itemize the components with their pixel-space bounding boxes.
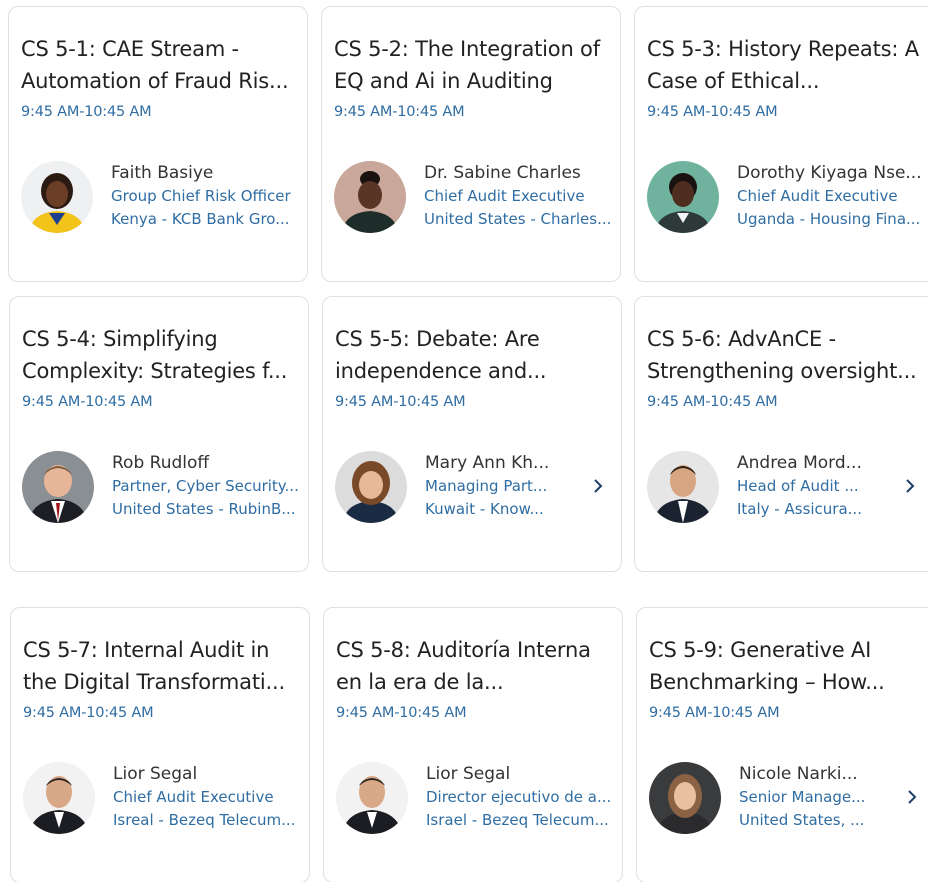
session-card[interactable]: CS 5-9: Generative AI Benchmarking – How… bbox=[636, 607, 928, 882]
session-title: CS 5-4: Simplifying Complexity: Strategi… bbox=[22, 323, 304, 387]
speaker-organization: United States - Charles... bbox=[424, 210, 612, 228]
speaker-name: Lior Segal bbox=[113, 764, 198, 784]
session-time: 9:45 AM-10:45 AM bbox=[22, 394, 153, 410]
session-title-line: Strengthening oversight... bbox=[647, 359, 917, 383]
session-time: 9:45 AM-10:45 AM bbox=[23, 705, 154, 721]
session-time: 9:45 AM-10:45 AM bbox=[335, 394, 466, 410]
chevron-right-icon[interactable] bbox=[901, 477, 919, 495]
speaker-name: Faith Basiye bbox=[111, 163, 214, 183]
session-title-line: CS 5-8: Auditoría Interna bbox=[336, 638, 591, 662]
session-card[interactable]: CS 5-7: Internal Audit in the Digital Tr… bbox=[10, 607, 310, 882]
session-title-line: CS 5-1: CAE Stream - bbox=[21, 37, 239, 61]
avatar bbox=[647, 451, 719, 523]
session-card[interactable]: CS 5-5: Debate: Are independence and... … bbox=[322, 296, 622, 572]
session-title-line: CS 5-6: AdvAnCE - bbox=[647, 327, 836, 351]
speaker[interactable]: Dorothy Kiyaga Nse... Chief Audit Execut… bbox=[647, 161, 928, 235]
session-title: CS 5-1: CAE Stream - Automation of Fraud… bbox=[21, 33, 303, 97]
speaker-role: Director ejecutivo de a... bbox=[426, 788, 612, 806]
session-title: CS 5-6: AdvAnCE - Strengthening oversigh… bbox=[647, 323, 928, 387]
speaker-organization: Kenya - KCB Bank Gro... bbox=[111, 210, 290, 228]
avatar bbox=[22, 451, 94, 523]
session-time: 9:45 AM-10:45 AM bbox=[336, 705, 467, 721]
session-card[interactable]: CS 5-6: AdvAnCE - Strengthening oversigh… bbox=[634, 296, 928, 572]
session-title-line: independence and... bbox=[335, 359, 547, 383]
speaker-name: Dr. Sabine Charles bbox=[424, 163, 581, 183]
session-title: CS 5-2: The Integration of EQ and Ai in … bbox=[334, 33, 616, 97]
speaker[interactable]: Dr. Sabine Charles Chief Audit Executive… bbox=[334, 161, 616, 235]
chevron-right-icon[interactable] bbox=[589, 477, 607, 495]
session-time: 9:45 AM-10:45 AM bbox=[334, 104, 465, 120]
session-title-line: CS 5-7: Internal Audit in bbox=[23, 638, 270, 662]
speaker[interactable]: Faith Basiye Group Chief Risk Officer Ke… bbox=[21, 161, 303, 235]
speaker-role: Managing Part... bbox=[425, 477, 548, 495]
speaker-organization: United States, ... bbox=[739, 811, 865, 829]
speaker[interactable]: Rob Rudloff Partner, Cyber Security... U… bbox=[22, 451, 304, 525]
session-title-line: Automation of Fraud Ris... bbox=[21, 69, 289, 93]
session-title-line: CS 5-2: The Integration of bbox=[334, 37, 600, 61]
session-title: CS 5-3: History Repeats: A Case of Ethic… bbox=[647, 33, 928, 97]
speaker-role: Head of Audit ... bbox=[737, 477, 859, 495]
session-title-line: Complexity: Strategies f... bbox=[22, 359, 288, 383]
session-card[interactable]: CS 5-1: CAE Stream - Automation of Fraud… bbox=[8, 6, 308, 282]
session-time: 9:45 AM-10:45 AM bbox=[21, 104, 152, 120]
session-time: 9:45 AM-10:45 AM bbox=[647, 394, 778, 410]
speaker-name: Rob Rudloff bbox=[112, 453, 210, 473]
avatar bbox=[336, 762, 408, 834]
session-card[interactable]: CS 5-8: Auditoría Interna en la era de l… bbox=[323, 607, 623, 882]
speaker-role: Senior Manage... bbox=[739, 788, 866, 806]
speaker-organization: United States - RubinB... bbox=[112, 500, 296, 518]
speaker-organization: Israel - Bezeq Telecum... bbox=[426, 811, 609, 829]
speaker-organization: Uganda - Housing Fina... bbox=[737, 210, 921, 228]
speaker-role: Chief Audit Executive bbox=[113, 788, 274, 806]
avatar bbox=[335, 451, 407, 523]
speaker-name: Andrea Mord... bbox=[737, 453, 862, 473]
session-title-line: en la era de la... bbox=[336, 670, 504, 694]
avatar bbox=[334, 161, 406, 233]
avatar bbox=[21, 161, 93, 233]
session-title-line: CS 5-5: Debate: Are bbox=[335, 327, 540, 351]
speaker[interactable]: Nicole Narki... Senior Manage... United … bbox=[649, 762, 928, 836]
speaker[interactable]: Mary Ann Kh... Managing Part... Kuwait -… bbox=[335, 451, 617, 525]
speaker-organization: Italy - Assicura... bbox=[737, 500, 862, 518]
avatar bbox=[647, 161, 719, 233]
avatar bbox=[23, 762, 95, 834]
session-title-line: Case of Ethical... bbox=[647, 69, 820, 93]
session-title-line: CS 5-9: Generative AI bbox=[649, 638, 872, 662]
speaker[interactable]: Andrea Mord... Head of Audit ... Italy -… bbox=[647, 451, 928, 525]
speaker[interactable]: Lior Segal Chief Audit Executive Isreal … bbox=[23, 762, 305, 836]
speaker-role: Chief Audit Executive bbox=[737, 187, 898, 205]
speaker-name: Lior Segal bbox=[426, 764, 511, 784]
session-card[interactable]: CS 5-3: History Repeats: A Case of Ethic… bbox=[634, 6, 928, 282]
speaker-organization: Kuwait - Know... bbox=[425, 500, 544, 518]
speaker[interactable]: Lior Segal Director ejecutivo de a... Is… bbox=[336, 762, 618, 836]
speaker-role: Group Chief Risk Officer bbox=[111, 187, 291, 205]
session-title-line: Benchmarking – How... bbox=[649, 670, 885, 694]
session-title: CS 5-8: Auditoría Interna en la era de l… bbox=[336, 634, 618, 698]
avatar bbox=[649, 762, 721, 834]
session-card[interactable]: CS 5-4: Simplifying Complexity: Strategi… bbox=[9, 296, 309, 572]
session-title-line: CS 5-3: History Repeats: A bbox=[647, 37, 919, 61]
speaker-role: Partner, Cyber Security... bbox=[112, 477, 299, 495]
session-title-line: CS 5-4: Simplifying bbox=[22, 327, 218, 351]
session-title: CS 5-5: Debate: Are independence and... bbox=[335, 323, 617, 387]
speaker-role: Chief Audit Executive bbox=[424, 187, 585, 205]
session-title-line: the Digital Transformati... bbox=[23, 670, 285, 694]
speaker-name: Dorothy Kiyaga Nse... bbox=[737, 163, 922, 183]
speaker-organization: Isreal - Bezeq Telecum... bbox=[113, 811, 296, 829]
session-title-line: EQ and Ai in Auditing bbox=[334, 69, 553, 93]
session-title: CS 5-7: Internal Audit in the Digital Tr… bbox=[23, 634, 305, 698]
session-time: 9:45 AM-10:45 AM bbox=[647, 104, 778, 120]
session-time: 9:45 AM-10:45 AM bbox=[649, 705, 780, 721]
session-title: CS 5-9: Generative AI Benchmarking – How… bbox=[649, 634, 928, 698]
speaker-name: Nicole Narki... bbox=[739, 764, 858, 784]
chevron-right-icon[interactable] bbox=[903, 788, 921, 806]
session-card[interactable]: CS 5-2: The Integration of EQ and Ai in … bbox=[321, 6, 621, 282]
speaker-name: Mary Ann Kh... bbox=[425, 453, 550, 473]
